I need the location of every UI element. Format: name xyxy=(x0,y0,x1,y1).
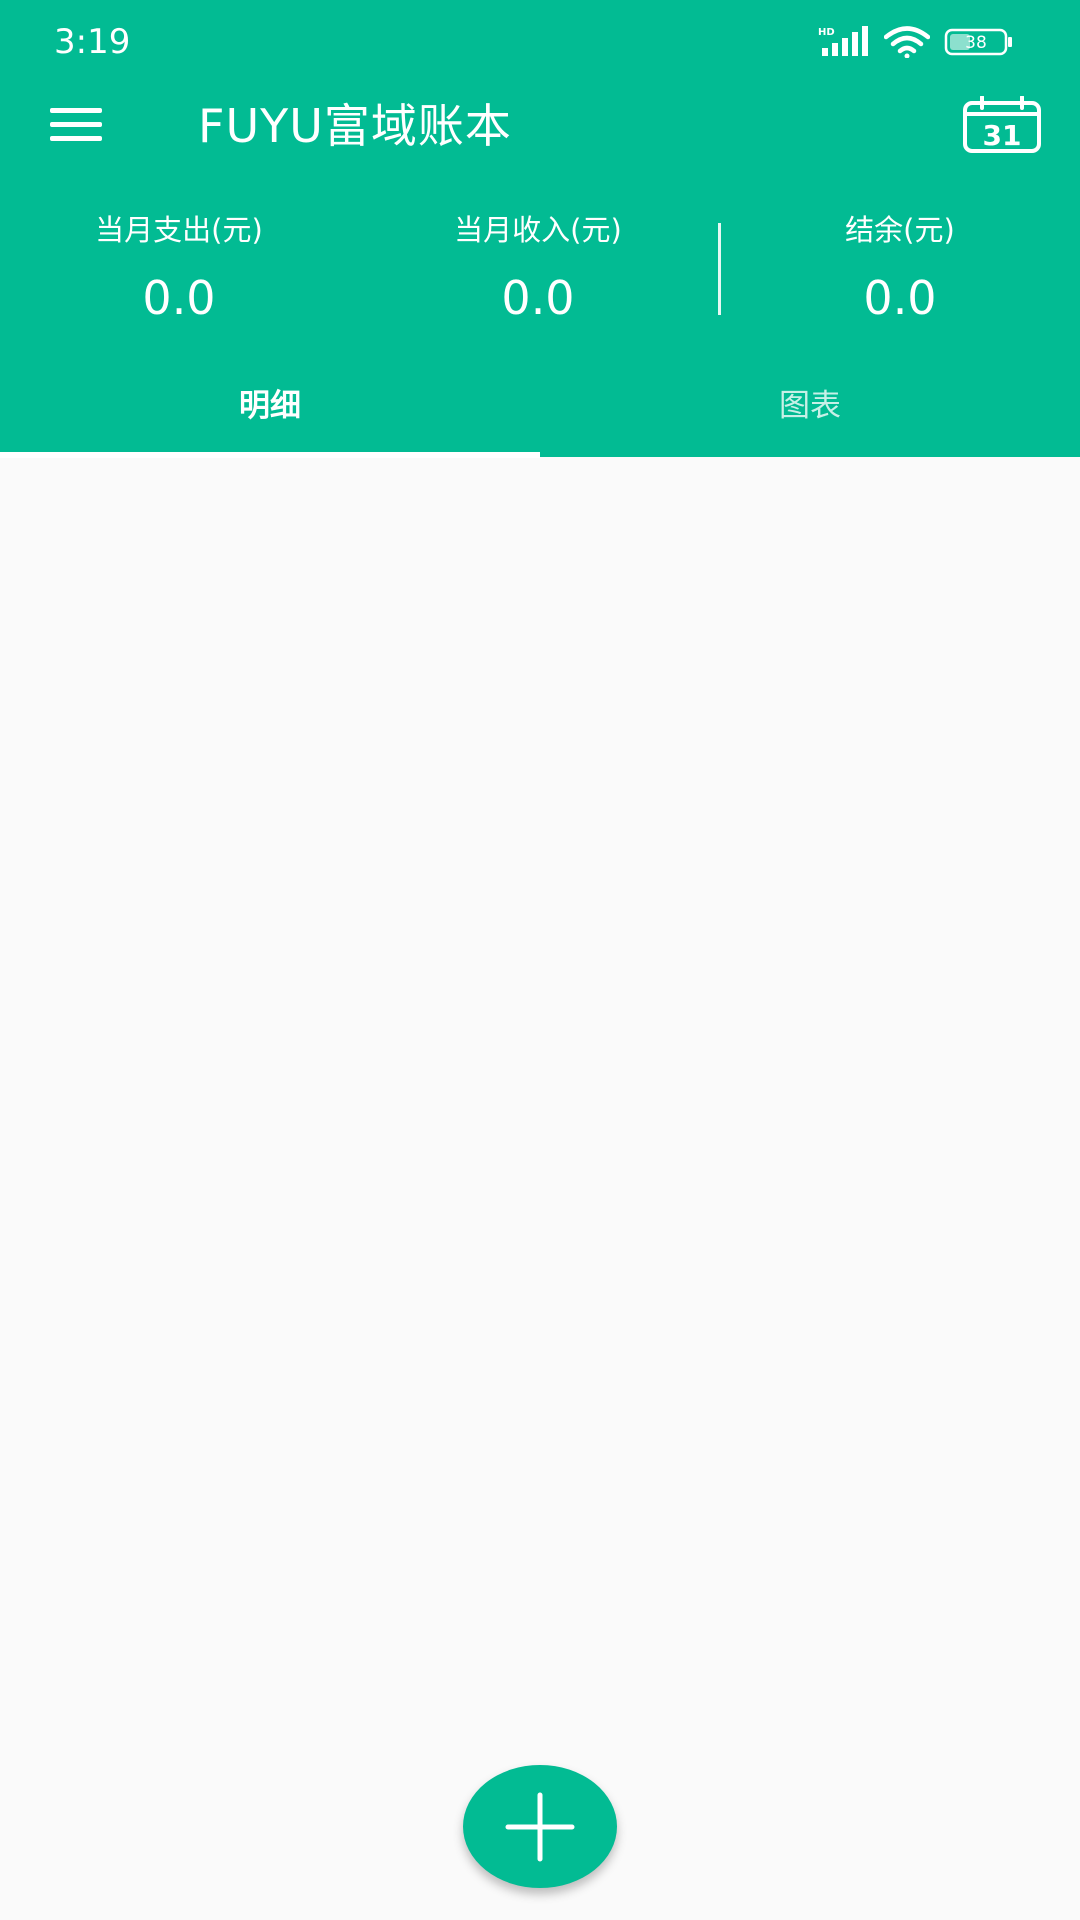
svg-text:HD: HD xyxy=(818,27,835,38)
income-value: 0.0 xyxy=(501,271,575,325)
summary-divider xyxy=(718,223,721,315)
app-screen: 3:19 HD 38 FUYU富域账本 31 当月支出(元) 0.0 当月收入(… xyxy=(0,0,1080,1920)
menu-button[interactable] xyxy=(46,100,108,150)
calendar-icon: 31 xyxy=(963,95,1041,153)
status-icons: HD 38 xyxy=(818,24,1014,60)
add-record-button[interactable] xyxy=(463,1765,617,1888)
status-time: 3:19 xyxy=(54,22,131,62)
wifi-icon xyxy=(884,26,930,58)
app-title: FUYU富域账本 xyxy=(198,99,512,153)
details-list xyxy=(0,458,1080,1920)
expense-value: 0.0 xyxy=(142,271,216,325)
signal-icon: HD xyxy=(818,26,868,56)
expense-label: 当月支出(元) xyxy=(95,213,263,247)
balance-label: 结余(元) xyxy=(845,213,955,247)
battery-icon: 38 xyxy=(944,28,1012,56)
balance-value: 0.0 xyxy=(863,271,937,325)
income-label: 当月收入(元) xyxy=(454,213,622,247)
calendar-button[interactable]: 31 xyxy=(962,95,1042,154)
app-header: 3:19 HD 38 FUYU富域账本 31 当月支出(元) 0.0 当月收入(… xyxy=(0,0,1080,458)
tab-charts[interactable]: 图表 xyxy=(540,362,1080,450)
svg-text:38: 38 xyxy=(965,33,987,53)
svg-text:31: 31 xyxy=(983,119,1022,152)
plus-icon xyxy=(505,1792,575,1862)
menu-icon xyxy=(50,108,102,113)
tab-details[interactable]: 明细 xyxy=(0,362,540,450)
